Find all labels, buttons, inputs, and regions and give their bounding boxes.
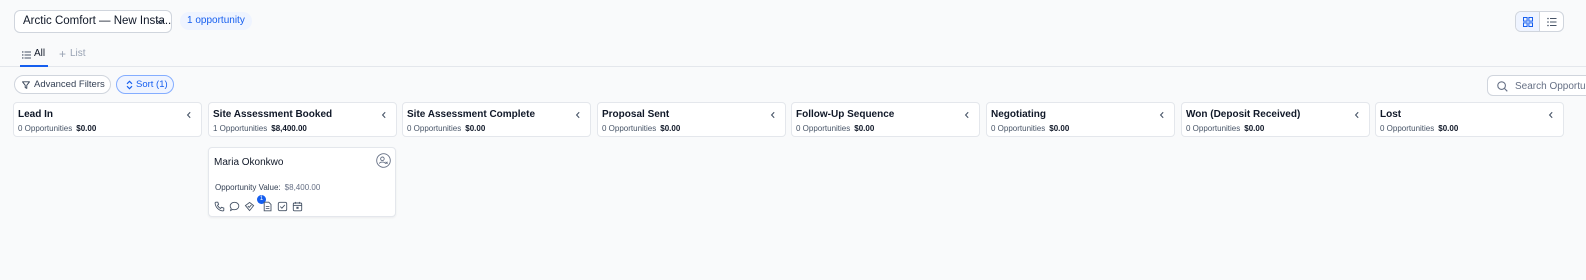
stage-count: 0 Opportunities bbox=[407, 124, 462, 133]
chevron-left-icon[interactable] bbox=[963, 111, 971, 119]
chevron-left-icon[interactable] bbox=[1158, 111, 1166, 119]
stage-title: Follow-Up Sequence bbox=[796, 109, 895, 120]
opportunity-card[interactable]: Maria Okonkwo Opportunity Value: $8,400.0… bbox=[208, 147, 396, 217]
opportunity-value: Opportunity Value: $8,400.00 bbox=[215, 183, 320, 192]
stage-column-follow-up-sequence: Follow-Up Sequence 0 Opportunities $0.00 bbox=[791, 102, 980, 137]
sort-button[interactable]: Sort (1) bbox=[116, 75, 174, 94]
message-icon[interactable] bbox=[229, 201, 240, 212]
contact-name: Maria Okonkwo bbox=[214, 157, 284, 168]
stage-total: $0.00 bbox=[854, 124, 875, 133]
stage-column-won: Won (Deposit Received) 0 Opportunities $0… bbox=[1181, 102, 1370, 137]
stage-count: 0 Opportunities bbox=[1380, 124, 1435, 133]
search-input[interactable] bbox=[1515, 78, 1586, 94]
sort-label: Sort (1) bbox=[136, 79, 168, 90]
advanced-filters-label: Advanced Filters bbox=[34, 79, 105, 90]
chevron-down-icon bbox=[156, 20, 164, 25]
chevron-left-icon[interactable] bbox=[574, 111, 582, 119]
list-view-button[interactable] bbox=[1540, 12, 1563, 31]
pipeline-select[interactable]: Arctic Comfort — New Insta... bbox=[14, 10, 172, 33]
stage-summary: 0 Opportunities $0.00 bbox=[1186, 124, 1264, 133]
list-icon bbox=[22, 51, 31, 59]
stage-title: Lead In bbox=[18, 109, 54, 120]
tab-list-label: List bbox=[70, 48, 86, 59]
view-tabs: All + List bbox=[0, 42, 1586, 67]
stage-count: 0 Opportunities bbox=[1186, 124, 1241, 133]
stage-column-site-assessment-booked: Site Assessment Booked 1 Opportunities $8… bbox=[208, 102, 397, 137]
tab-all-label: All bbox=[34, 48, 46, 59]
calendar-icon[interactable] bbox=[292, 201, 303, 212]
stage-total: $0.00 bbox=[76, 124, 97, 133]
tab-all[interactable]: All bbox=[20, 42, 49, 67]
stage-count: 0 Opportunities bbox=[18, 124, 73, 133]
pipeline-select-value: Arctic Comfort — New Insta... bbox=[23, 15, 172, 27]
stage-column-site-assessment-complete: Site Assessment Complete 0 Opportunities… bbox=[402, 102, 591, 137]
filter-icon bbox=[22, 81, 30, 89]
chevron-left-icon[interactable] bbox=[185, 111, 193, 119]
stage-total: $0.00 bbox=[1244, 124, 1265, 133]
stage-total: $8,400.00 bbox=[271, 124, 307, 133]
opportunity-count-badge: 1 opportunity bbox=[180, 12, 252, 30]
advanced-filters-button[interactable]: Advanced Filters bbox=[14, 75, 111, 94]
plus-icon: + bbox=[59, 47, 67, 61]
stage-total: $0.00 bbox=[1438, 124, 1459, 133]
chevron-left-icon[interactable] bbox=[1353, 111, 1361, 119]
stage-title: Proposal Sent bbox=[602, 109, 670, 120]
stage-title: Lost bbox=[1380, 109, 1402, 120]
stage-summary: 1 Opportunities $8,400.00 bbox=[213, 124, 307, 133]
stage-summary: 0 Opportunities $0.00 bbox=[1380, 124, 1458, 133]
opportunity-value-label: Opportunity Value: bbox=[215, 183, 281, 192]
stage-column-proposal-sent: Proposal Sent 0 Opportunities $0.00 bbox=[597, 102, 786, 137]
list-icon bbox=[1547, 17, 1557, 27]
stage-summary: 0 Opportunities $0.00 bbox=[18, 124, 96, 133]
sort-icon bbox=[126, 80, 133, 90]
task-icon[interactable] bbox=[244, 201, 255, 212]
view-toggle bbox=[1515, 11, 1564, 32]
stage-column-lead-in: Lead In 0 Opportunities $0.00 bbox=[13, 102, 202, 137]
checklist-icon[interactable] bbox=[277, 201, 288, 212]
stage-summary: 0 Opportunities $0.00 bbox=[796, 124, 874, 133]
stage-column-lost: Lost 0 Opportunities $0.00 bbox=[1375, 102, 1564, 137]
stage-column-negotiating: Negotiating 0 Opportunities $0.00 bbox=[986, 102, 1175, 137]
stage-total: $0.00 bbox=[660, 124, 681, 133]
search-icon bbox=[1497, 81, 1508, 92]
note-icon[interactable] bbox=[262, 201, 273, 212]
stage-summary: 0 Opportunities $0.00 bbox=[991, 124, 1069, 133]
tab-add-list[interactable]: + List bbox=[59, 42, 86, 67]
opportunity-value-amount: $8,400.00 bbox=[284, 183, 321, 192]
stage-title: Negotiating bbox=[991, 109, 1046, 120]
stage-count: 0 Opportunities bbox=[602, 124, 657, 133]
stage-total: $0.00 bbox=[1049, 124, 1070, 133]
stage-count: 0 Opportunities bbox=[991, 124, 1046, 133]
chevron-left-icon[interactable] bbox=[380, 111, 388, 119]
phone-icon[interactable] bbox=[214, 201, 225, 212]
stage-count: 0 Opportunities bbox=[796, 124, 851, 133]
stage-title: Won (Deposit Received) bbox=[1186, 109, 1301, 120]
chevron-left-icon[interactable] bbox=[1547, 111, 1555, 119]
stage-title: Site Assessment Booked bbox=[213, 109, 333, 120]
top-bar: Arctic Comfort — New Insta... 1 opportun… bbox=[0, 0, 1586, 42]
grid-view-button[interactable] bbox=[1516, 12, 1540, 31]
search-box bbox=[1487, 75, 1586, 96]
stage-count: 1 Opportunities bbox=[213, 124, 268, 133]
stage-summary: 0 Opportunities $0.00 bbox=[602, 124, 680, 133]
chevron-left-icon[interactable] bbox=[769, 111, 777, 119]
grid-icon bbox=[1523, 17, 1533, 27]
assign-user-icon[interactable] bbox=[376, 153, 391, 168]
stage-total: $0.00 bbox=[465, 124, 486, 133]
stage-title: Site Assessment Complete bbox=[407, 109, 536, 120]
stage-summary: 0 Opportunities $0.00 bbox=[407, 124, 485, 133]
